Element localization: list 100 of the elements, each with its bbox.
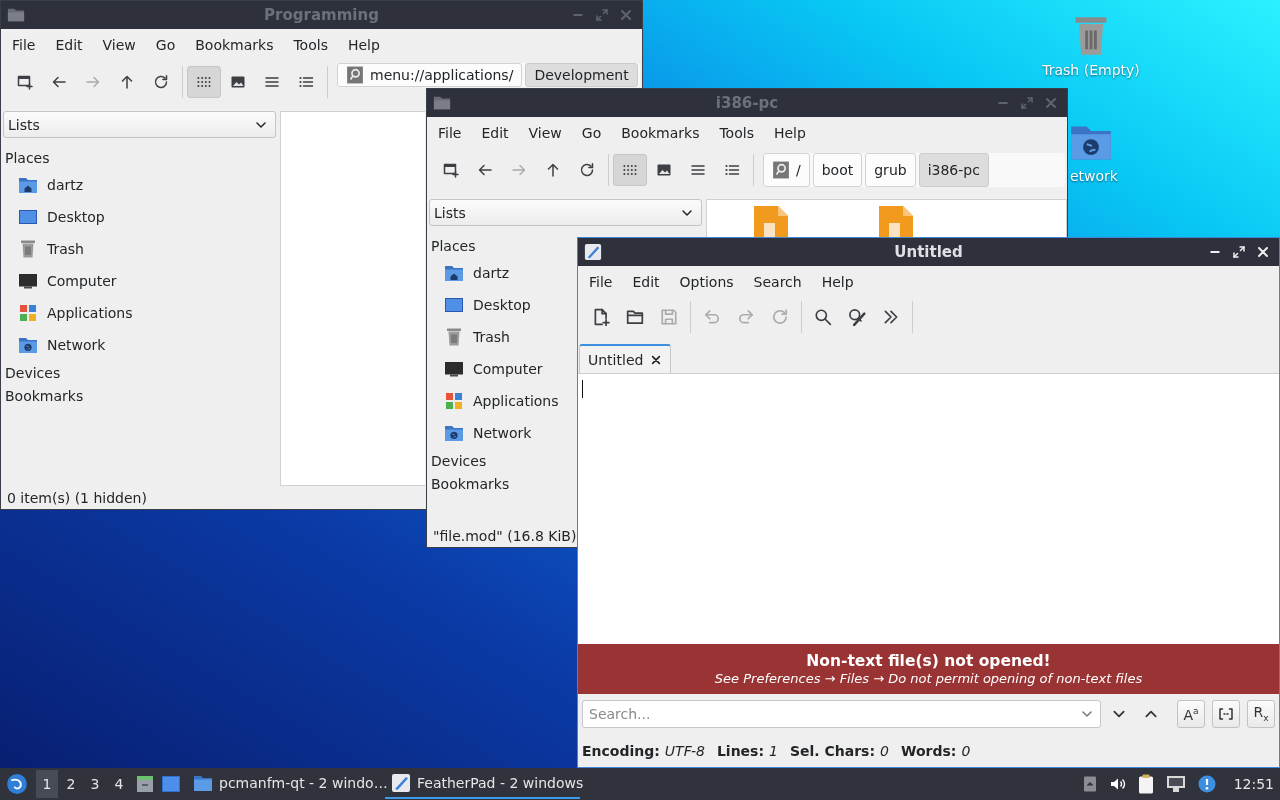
sidebar-item[interactable]: dartz <box>3 169 88 201</box>
sidebar-item[interactable]: Computer <box>429 353 547 385</box>
status-value: 1 <box>769 742 778 759</box>
status-text: "file.mod" (16.8 KiB) <box>433 528 577 544</box>
side-pane-dropdown[interactable]: Lists <box>3 111 276 138</box>
window-title: Programming <box>264 6 379 24</box>
side-pane-dropdown[interactable]: Lists <box>429 199 702 226</box>
clipboard-icon <box>1137 774 1154 794</box>
sidebar-item[interactable]: Computer <box>3 265 121 297</box>
sidebar-item[interactable]: Network <box>3 329 110 361</box>
folder-icon <box>7 6 25 24</box>
status-label: Lines: <box>716 742 765 759</box>
right-arrow-icon <box>85 74 101 90</box>
image-icon <box>656 162 672 178</box>
close-icon <box>651 354 662 365</box>
reload-icon <box>771 308 789 326</box>
match-case-button[interactable]: A$^{a}$ <box>1177 700 1205 728</box>
desktop-icon <box>444 295 464 315</box>
section-header[interactable]: Places <box>3 146 52 169</box>
status-value: UTF-8 <box>664 742 705 759</box>
whole-word-button[interactable] <box>1212 700 1240 728</box>
menu-item[interactable]: Help <box>337 33 390 56</box>
clock: 12:51 <box>1233 776 1274 792</box>
desktop-switch-button[interactable]: 1 <box>36 770 58 798</box>
home-folder-icon <box>18 175 38 195</box>
menu-item[interactable]: File <box>579 270 623 293</box>
menu-item[interactable]: Tools <box>709 121 764 144</box>
list-icon <box>690 162 706 178</box>
section-header[interactable]: Bookmarks <box>429 472 512 495</box>
sidebar-item[interactable]: Desktop <box>429 289 535 321</box>
desktop-icon <box>18 207 38 227</box>
left-arrow-icon <box>477 162 493 178</box>
close-icon <box>1045 97 1057 109</box>
section-header[interactable]: Devices <box>3 361 63 384</box>
grid-icon <box>622 162 638 178</box>
window-plus-icon <box>443 162 459 178</box>
path-button[interactable]: / <box>763 153 810 187</box>
menu-item[interactable]: Edit <box>45 33 93 56</box>
status-label: Sel. Chars: <box>789 742 876 759</box>
menu-item[interactable]: Edit <box>622 270 670 293</box>
search-field[interactable]: Search... <box>582 700 1101 728</box>
section-header[interactable]: Places <box>429 234 478 257</box>
menu-item[interactable]: File <box>2 33 46 56</box>
menu-item[interactable]: View <box>518 121 572 144</box>
sidebar-item[interactable]: Desktop <box>3 201 109 233</box>
desktop-switch-button[interactable]: 3 <box>84 770 106 798</box>
trash-icon <box>18 239 38 259</box>
menu-item[interactable]: Help <box>763 121 816 144</box>
menu-item[interactable]: View <box>92 33 146 56</box>
notification-icon <box>1197 775 1216 793</box>
close-icon <box>1257 246 1269 258</box>
document-icon <box>754 206 788 237</box>
left-arrow-icon <box>51 74 67 90</box>
redo-icon <box>737 308 755 326</box>
folder-icon <box>433 94 451 112</box>
sidebar-item[interactable]: Trash <box>429 321 514 353</box>
window-title: i386-pc <box>715 94 779 112</box>
desktop-switch-button[interactable]: 2 <box>60 770 82 798</box>
up-arrow-icon <box>119 74 135 90</box>
menu-item[interactable]: Options <box>669 270 744 293</box>
menu-item[interactable]: File <box>428 121 472 144</box>
path-button[interactable]: i386-pc <box>918 153 989 187</box>
menu-item[interactable]: Search <box>743 270 812 293</box>
search-pencil-icon <box>848 308 866 326</box>
path-button[interactable]: Development <box>525 63 638 87</box>
sidebar-item[interactable]: Applications <box>429 385 563 417</box>
new-document-icon <box>592 308 610 326</box>
speaker-icon <box>1109 776 1126 792</box>
menu-item[interactable]: Bookmarks <box>185 33 284 56</box>
folder-icon <box>193 773 213 793</box>
maximize-icon <box>1021 97 1033 109</box>
chevron-down-icon <box>1081 708 1093 720</box>
trash-icon <box>444 327 464 347</box>
menu-item[interactable]: Go <box>571 121 612 144</box>
sidebar-item[interactable]: Trash <box>3 233 88 265</box>
section-header[interactable]: Bookmarks <box>3 384 86 407</box>
image-icon <box>230 74 246 90</box>
sidebar-item[interactable]: Network <box>429 417 536 449</box>
tab[interactable]: Untitled <box>579 344 672 373</box>
menu-item[interactable]: Bookmarks <box>611 121 710 144</box>
menu-item[interactable]: Tools <box>283 33 338 56</box>
path-button[interactable]: grub <box>865 153 916 187</box>
sidebar-item[interactable]: Applications <box>3 297 137 329</box>
maximize-icon <box>1233 246 1245 258</box>
network-icon <box>1165 775 1186 793</box>
regex-button[interactable]: R$_{x}$ <box>1247 700 1275 728</box>
desktop-switch-button[interactable]: 4 <box>108 770 130 798</box>
icon-view-button[interactable] <box>613 154 647 186</box>
icon-view-button[interactable] <box>187 66 221 98</box>
menu-item[interactable]: Help <box>811 270 864 293</box>
path-button[interactable]: boot <box>812 153 863 187</box>
bulleted-list-icon <box>724 162 740 178</box>
swirl-icon <box>6 773 28 795</box>
app-grid-icon <box>444 391 464 411</box>
section-header[interactable]: Devices <box>429 449 489 472</box>
floppy-icon <box>660 308 678 326</box>
path-button[interactable]: menu://applications/ <box>337 63 523 87</box>
sidebar-item[interactable]: dartz <box>429 257 514 289</box>
menu-item[interactable]: Go <box>145 33 186 56</box>
menu-item[interactable]: Edit <box>471 121 519 144</box>
